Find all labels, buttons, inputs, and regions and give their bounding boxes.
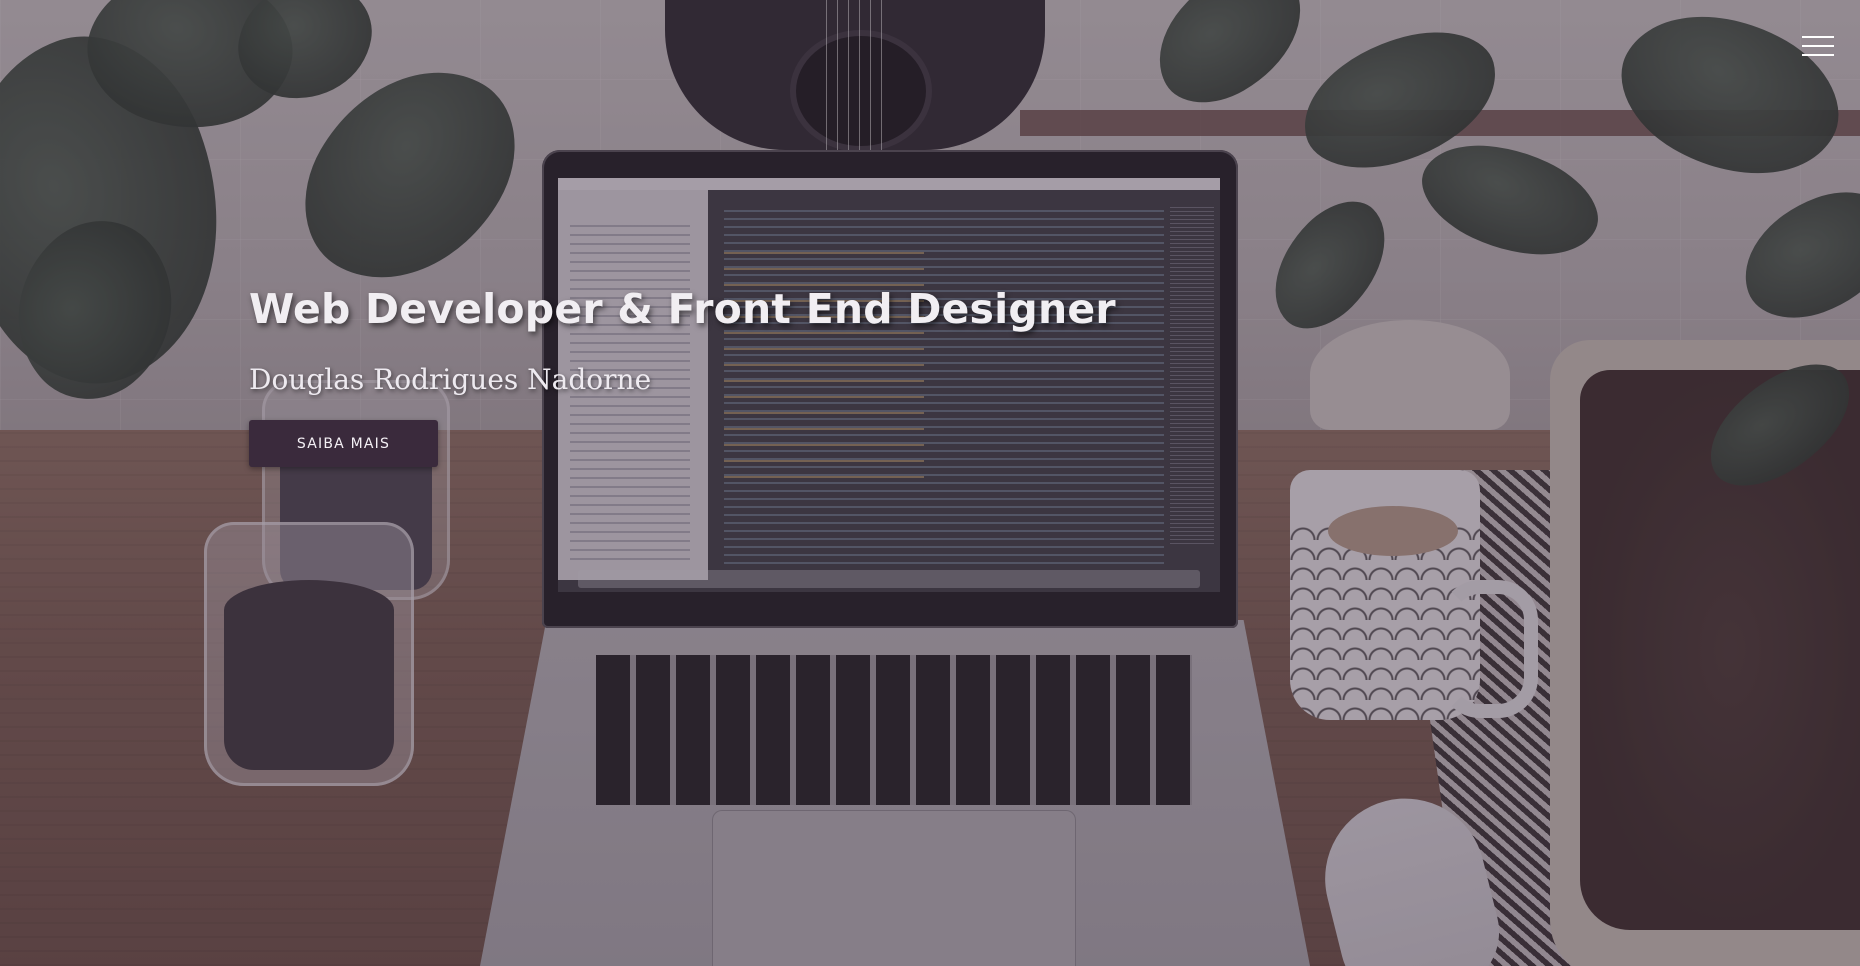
hero-title: Web Developer & Front End Designer [249, 285, 1116, 333]
saiba-mais-button[interactable]: SAIBA MAIS [249, 420, 438, 467]
hero-subtitle: Douglas Rodrigues Nadorne [249, 363, 652, 396]
hero-content: Web Developer & Front End Designer Dougl… [249, 285, 1116, 467]
hero-section: Web Developer & Front End Designer Dougl… [0, 0, 1860, 966]
hero-background-photo [0, 0, 1860, 966]
hamburger-menu-icon[interactable] [1800, 34, 1836, 58]
